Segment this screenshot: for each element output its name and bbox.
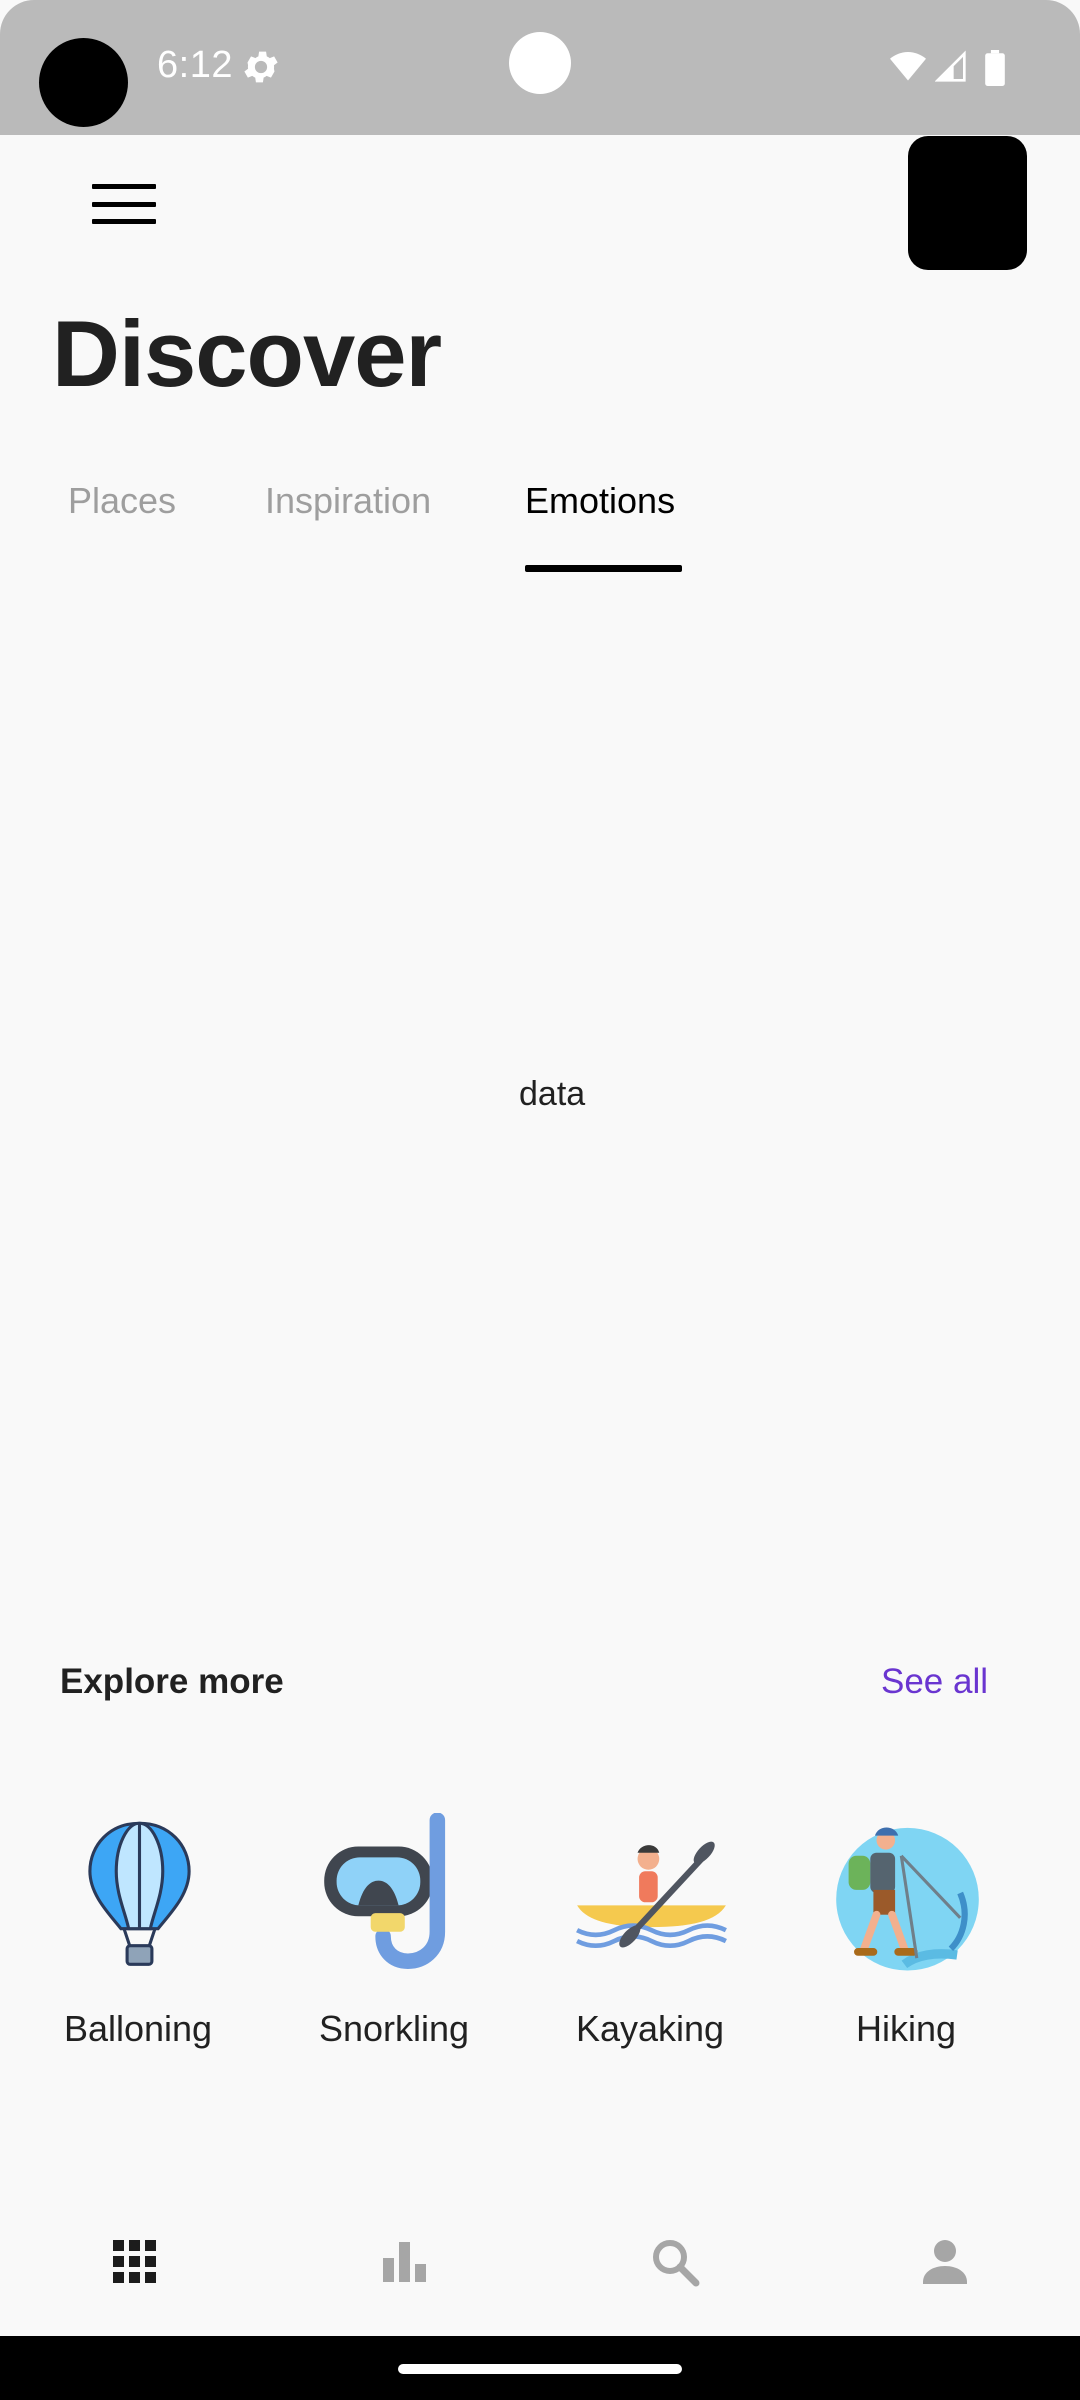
- activity-label: Kayaking: [575, 2008, 725, 2049]
- page-title: Discover: [52, 301, 442, 406]
- wifi-icon: [890, 52, 926, 81]
- avatar[interactable]: [908, 136, 1027, 270]
- activity-label: Hiking: [855, 2008, 957, 2049]
- kayak-icon: [576, 1841, 727, 1949]
- activity-item-ballooning[interactable]: Balloning: [38, 1805, 238, 2055]
- snorkel-mask-icon: [324, 1813, 446, 1969]
- nav-search[interactable]: [645, 2232, 705, 2292]
- see-all-link[interactable]: See all: [881, 1662, 988, 1702]
- cell-signal-icon: [935, 50, 966, 82]
- nav-profile[interactable]: [915, 2232, 975, 2292]
- activity-label: Balloning: [63, 2008, 213, 2049]
- tab-emotions[interactable]: Emotions: [525, 480, 675, 522]
- activity-item-hiking[interactable]: Hiking: [806, 1805, 1006, 2055]
- person-icon: [923, 2240, 967, 2284]
- front-camera: [509, 32, 571, 94]
- status-bar: 6:12: [0, 0, 1080, 135]
- tab-inspiration[interactable]: Inspiration: [265, 480, 431, 522]
- gear-icon: [244, 51, 278, 83]
- nav-stats[interactable]: [375, 2232, 435, 2292]
- nav-home[interactable]: [105, 2232, 165, 2292]
- home-gesture-handle[interactable]: [398, 2364, 682, 2374]
- menu-button[interactable]: [82, 176, 166, 232]
- activity-item-kayaking[interactable]: Kayaking: [550, 1805, 750, 2055]
- search-icon: [653, 2240, 700, 2287]
- battery-icon: [985, 50, 1005, 86]
- section-title: Explore more: [60, 1662, 284, 1701]
- hot-air-balloon-icon: [88, 1821, 191, 1966]
- hamburger-menu-icon: [92, 184, 156, 189]
- activity-label: Snorkling: [318, 2008, 470, 2049]
- activity-item-snorkeling[interactable]: Snorkling: [294, 1805, 494, 2055]
- camera-cutout: [39, 38, 128, 127]
- tab-indicator: [525, 565, 682, 572]
- bar-chart-icon: [383, 2242, 426, 2282]
- hiker-icon: [836, 1827, 979, 1971]
- grid-icon: [113, 2240, 156, 2283]
- content-placeholder-text: data: [519, 1075, 586, 1113]
- tab-places[interactable]: Places: [68, 480, 176, 522]
- status-time: 6:12: [157, 44, 233, 86]
